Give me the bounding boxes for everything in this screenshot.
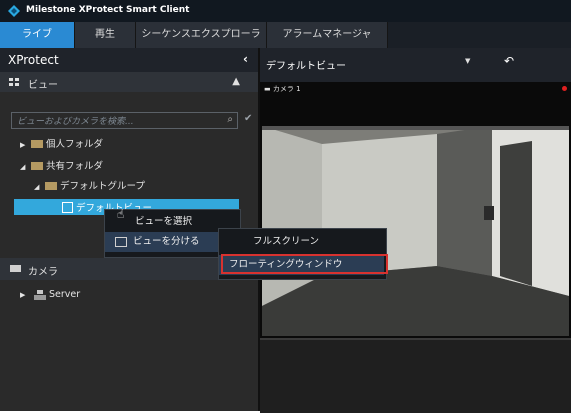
search-placeholder: ビューおよびカメラを検索...	[17, 117, 134, 127]
tree-item-label: 共有フォルダ	[46, 161, 104, 172]
search-options-icon[interactable]: ✔	[244, 113, 252, 124]
menu-item-label: ビューを選択	[135, 216, 193, 227]
camera-section-label: カメラ	[28, 267, 58, 278]
app-window: Milestone XProtect Smart Client ライブ 再生 シ…	[0, 0, 571, 413]
view-icon	[62, 202, 73, 213]
view-toolbar: デフォルトビュー ▼ ↶	[260, 48, 571, 82]
camera-icon	[10, 265, 21, 272]
camera-title: ▬ カメラ 1	[264, 85, 301, 93]
tree-item-default-group[interactable]: ◢ デフォルトグループ	[34, 180, 145, 194]
views-section-header[interactable]: ビュー ▲	[0, 72, 258, 92]
grid-icon	[9, 78, 19, 86]
chevron-up-icon[interactable]: ▲	[232, 76, 240, 87]
panel-title: XProtect	[8, 53, 59, 67]
tree-item-label: Server	[49, 289, 81, 300]
secondary-view-pane[interactable]	[260, 338, 571, 413]
tree-item-shared-folder[interactable]: ◢ 共有フォルダ	[20, 160, 103, 174]
camera-name: カメラ 1	[272, 85, 301, 93]
tree-item-label: 個人フォルダ	[46, 139, 104, 150]
collapse-icon[interactable]: ◢	[34, 180, 42, 194]
collapse-icon[interactable]: ◢	[20, 160, 28, 174]
search-icon[interactable]: ⌕	[227, 114, 233, 125]
server-icon	[34, 289, 47, 300]
current-view-name: デフォルトビュー	[266, 61, 346, 72]
tree-item-server[interactable]: ▶ Server	[20, 288, 80, 302]
title-bar: Milestone XProtect Smart Client	[0, 0, 571, 22]
window-title: Milestone XProtect Smart Client	[26, 5, 190, 15]
highlight-box	[221, 254, 388, 274]
menu-item-label: フルスクリーン	[253, 236, 320, 247]
tab-playback[interactable]: 再生	[75, 22, 136, 48]
left-panel-header: XProtect ‹	[0, 48, 258, 72]
tab-sequence-explorer[interactable]: シーケンスエクスプローラ	[136, 22, 267, 48]
expand-icon[interactable]: ▶	[20, 138, 28, 152]
folder-icon	[31, 139, 43, 148]
tab-alarm-manager[interactable]: アラームマネージャ	[267, 22, 388, 48]
search-input[interactable]: ビューおよびカメラを検索... ⌕	[11, 112, 238, 129]
expand-icon[interactable]: ▶	[20, 288, 28, 302]
menu-item-fullscreen[interactable]: フルスクリーン	[219, 232, 384, 252]
undo-icon[interactable]: ↶	[504, 54, 514, 68]
tree-item-private-folder[interactable]: ▶ 個人フォルダ	[20, 138, 103, 152]
views-section-label: ビュー	[28, 80, 58, 91]
chevron-left-icon[interactable]: ‹	[243, 52, 248, 66]
tab-live[interactable]: ライブ	[0, 22, 75, 48]
folder-icon	[45, 181, 57, 190]
tab-bar: ライブ 再生 シーケンスエクスプローラ アラームマネージャ	[0, 22, 571, 48]
milestone-logo-icon	[8, 5, 20, 17]
split-view-icon	[115, 236, 127, 247]
dropdown-arrow-icon[interactable]: ▼	[465, 57, 470, 65]
tree-item-label: デフォルトグループ	[60, 181, 145, 192]
menu-item-label: ビューを分ける	[133, 236, 200, 247]
hand-cursor-icon: ☝	[117, 207, 125, 221]
folder-icon	[31, 161, 43, 170]
recording-indicator-icon	[562, 86, 567, 91]
